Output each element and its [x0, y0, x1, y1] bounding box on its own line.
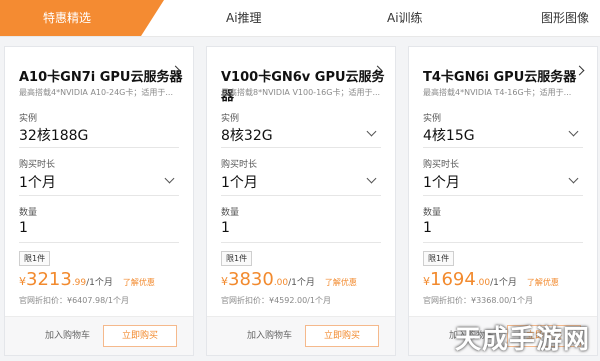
quantity-label: 数量 [221, 208, 240, 218]
price-unit: /1个月 [86, 278, 113, 288]
duration-label: 购买时长 [221, 160, 258, 170]
price-decimal: .99 [71, 278, 87, 288]
card-subtitle: 最高搭载4*NVIDIA T4-16G卡；适用于... [423, 88, 572, 97]
card-title[interactable]: A10卡GN7i GPU云服务器 [19, 66, 182, 85]
tab-ai-inference[interactable]: Ai推理 [226, 0, 262, 36]
buy-now-button[interactable]: 立即购买 [103, 325, 177, 347]
price: ¥1694.00/1个月 了解优惠 [423, 269, 559, 290]
chevron-down-icon[interactable] [366, 126, 377, 137]
price: ¥3830.00/1个月 了解优惠 [221, 269, 357, 290]
currency-symbol: ¥ [221, 275, 228, 288]
card-footer: 加入购物车 立即购买 [207, 316, 395, 355]
tab-special-offers[interactable]: 特惠精选 [0, 0, 164, 36]
divider [221, 147, 381, 148]
price-unit: /1个月 [288, 278, 315, 288]
divider [19, 195, 179, 196]
instance-select[interactable]: 8核32G [221, 125, 273, 145]
category-tab-bar: 特惠精选 Ai推理 Ai训练 图形图像 [0, 0, 600, 37]
instance-select[interactable]: 32核188G [19, 125, 88, 145]
divider [423, 195, 583, 196]
price: ¥3213.99/1个月 了解优惠 [19, 269, 155, 290]
price-decimal: .00 [475, 278, 491, 288]
card-title[interactable]: V100卡GN6v GPU云服务器 [221, 66, 395, 104]
divider [19, 242, 179, 243]
limit-badge: 限1件 [423, 251, 455, 266]
learn-discount-link[interactable]: 了解优惠 [123, 278, 155, 287]
learn-discount-link[interactable]: 了解优惠 [325, 278, 357, 287]
tab-graphics[interactable]: 图形图像 [541, 0, 589, 36]
limit-badge: 限1件 [19, 251, 51, 266]
limit-badge: 限1件 [221, 251, 253, 266]
price-integer: 3830 [228, 269, 274, 290]
divider [423, 147, 583, 148]
divider [19, 147, 179, 148]
card-footer: 加入购物车 立即购买 [5, 316, 193, 355]
divider [221, 242, 381, 243]
quantity-field[interactable]: 1 [221, 220, 230, 236]
quantity-label: 数量 [423, 208, 442, 218]
duration-select[interactable]: 1个月 [221, 172, 258, 192]
instance-label: 实例 [19, 114, 38, 124]
price-integer: 3213 [26, 269, 72, 290]
chevron-down-icon[interactable] [568, 173, 579, 184]
duration-select[interactable]: 1个月 [423, 172, 460, 192]
tab-ai-training[interactable]: Ai训练 [387, 0, 423, 36]
product-card-t4: T4卡GN6i GPU云服务器 最高搭载4*NVIDIA T4-16G卡；适用于… [408, 46, 598, 356]
learn-discount-link[interactable]: 了解优惠 [527, 278, 559, 287]
original-price: 官网折扣价：¥3368.00/1个月 [423, 296, 533, 305]
site-watermark: 天成手游网 [454, 325, 590, 355]
chevron-down-icon[interactable] [164, 173, 175, 184]
currency-symbol: ¥ [423, 275, 430, 288]
duration-label: 购买时长 [19, 160, 56, 170]
quantity-label: 数量 [19, 208, 38, 218]
card-subtitle: 最高搭载4*NVIDIA A10-24G卡；适用于... [19, 88, 173, 97]
quantity-field[interactable]: 1 [19, 220, 28, 236]
price-integer: 1694 [430, 269, 476, 290]
add-to-cart-button[interactable]: 加入购物车 [247, 328, 292, 341]
card-title[interactable]: T4卡GN6i GPU云服务器 [423, 66, 576, 85]
instance-label: 实例 [423, 114, 442, 124]
currency-symbol: ¥ [19, 275, 26, 288]
price-decimal: .00 [273, 278, 289, 288]
add-to-cart-button[interactable]: 加入购物车 [45, 328, 90, 341]
original-price: 官网折扣价：¥4592.00/1个月 [221, 296, 331, 305]
price-unit: /1个月 [490, 278, 517, 288]
chevron-down-icon[interactable] [366, 173, 377, 184]
duration-select[interactable]: 1个月 [19, 172, 56, 192]
product-card-a10: A10卡GN7i GPU云服务器 最高搭载4*NVIDIA A10-24G卡；适… [4, 46, 194, 356]
product-card-v100: V100卡GN6v GPU云服务器 最高搭载8*NVIDIA V100-16G卡… [206, 46, 396, 356]
card-subtitle: 最高搭载8*NVIDIA V100-16G卡；适用于... [221, 88, 381, 97]
duration-label: 购买时长 [423, 160, 460, 170]
quantity-field[interactable]: 1 [423, 220, 432, 236]
divider [423, 242, 583, 243]
chevron-down-icon[interactable] [568, 126, 579, 137]
instance-select[interactable]: 4核15G [423, 125, 475, 145]
instance-label: 实例 [221, 114, 240, 124]
divider [221, 195, 381, 196]
buy-now-button[interactable]: 立即购买 [305, 325, 379, 347]
original-price: 官网折扣价：¥6407.98/1个月 [19, 296, 129, 305]
